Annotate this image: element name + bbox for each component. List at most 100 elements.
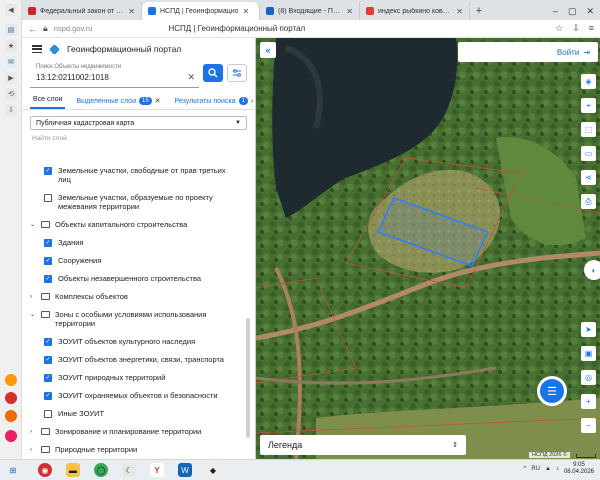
checkbox-checked[interactable] [44, 356, 52, 364]
network-icon[interactable]: ▲ [545, 466, 551, 472]
checkbox-checked[interactable] [44, 257, 52, 265]
layer-group[interactable]: › Природные территории [22, 445, 246, 455]
app-fox-icon[interactable] [5, 410, 17, 422]
layer-group[interactable]: › Комплексы объектов [22, 292, 246, 302]
history-icon[interactable]: ⟲ [5, 88, 17, 100]
bookmark-icon[interactable]: ☆ [555, 23, 563, 34]
layer-group[interactable]: ⌄ Объекты капитального строительства [22, 220, 246, 230]
checkbox-checked[interactable] [44, 338, 52, 346]
layer-group[interactable]: ⌄ Зоны с особыми условиями использования … [22, 310, 246, 328]
folder-icon[interactable]: ▬ [66, 463, 80, 477]
measure-tool-button[interactable]: ⌖ [581, 98, 596, 113]
navigate-button[interactable]: ➤ [581, 322, 596, 337]
checkbox-unchecked[interactable] [44, 410, 52, 418]
share-button[interactable]: ⋖ [581, 170, 596, 185]
checkbox-checked[interactable] [44, 392, 52, 400]
maximize-icon[interactable]: ▢ [568, 6, 577, 17]
zoom-out-button[interactable]: – [581, 418, 596, 433]
layer-item[interactable]: ЗОУИТ охраняемых объектов и безопасности [22, 391, 246, 400]
language-indicator[interactable]: RU [531, 466, 540, 472]
map-view[interactable]: « Войти ⇥ ◈ ⌖ ⬚ ▭ ⋖ ⎙ ◐ ➤ ▣ ◎ + – ☰ Леге… [256, 38, 600, 459]
back-icon[interactable]: ◀ [5, 4, 17, 16]
chevron-right-icon[interactable]: › [30, 293, 38, 302]
download-icon[interactable]: ⇩ [5, 104, 17, 116]
ruler-tool-button[interactable]: ▭ [581, 146, 596, 161]
print-button[interactable]: ⎙ [581, 194, 596, 209]
layer-item[interactable]: Иные ЗОУИТ [22, 409, 246, 418]
layer-item[interactable]: ЗОУИТ природных территорий [22, 373, 246, 382]
close-window-icon[interactable]: ✕ [586, 6, 594, 17]
app-orange-icon[interactable] [5, 374, 17, 386]
chevron-right-icon[interactable]: › [30, 428, 38, 437]
chat-button[interactable]: ☰ [537, 376, 567, 406]
layer-item[interactable]: Земельные участки, свободные от прав тре… [22, 166, 246, 184]
yandex-browser-icon[interactable]: Y [150, 463, 164, 477]
chevron-right-icon[interactable]: › [30, 446, 38, 455]
hamburger-menu-icon[interactable] [32, 45, 42, 53]
checkbox-checked[interactable] [44, 167, 52, 175]
tabs-icon[interactable]: ▤ [5, 24, 17, 36]
close-icon[interactable]: ✕ [346, 7, 353, 16]
play-icon[interactable]: ▶ [5, 72, 17, 84]
app-red-icon[interactable] [5, 392, 17, 404]
layers-tool-button[interactable]: ◈ [581, 74, 596, 89]
back-arrow-icon[interactable]: ← [28, 24, 37, 34]
url-text[interactable]: nspd.gov.ru [54, 24, 93, 33]
search-button[interactable] [203, 64, 223, 82]
search-value[interactable]: 13:12:0211002:1018 [36, 73, 109, 82]
word-icon[interactable]: W [178, 463, 192, 477]
checkbox-checked[interactable] [44, 374, 52, 382]
download-icon[interactable]: ⇩ [572, 23, 580, 34]
close-icon[interactable]: ✕ [243, 7, 250, 16]
filter-button[interactable] [227, 64, 247, 82]
login-button[interactable]: Войти ⇥ [458, 42, 598, 62]
collapse-panel-button[interactable]: « [260, 42, 276, 58]
chevron-down-icon[interactable]: ⌄ [30, 221, 38, 230]
clear-icon[interactable]: ✕ [187, 72, 195, 83]
app-icon[interactable]: ☾ [122, 463, 136, 477]
basemap-select[interactable]: Публичная кадастровая карта ▼ [30, 116, 247, 130]
layer-item[interactable]: Земельные участки, образуемые по проекту… [22, 193, 246, 211]
windows-start-icon[interactable]: ⊞ [6, 463, 20, 477]
layer-item[interactable]: ЗОУИТ объектов энергетики, связи, трансп… [22, 355, 246, 364]
close-icon[interactable]: ✕ [155, 97, 161, 105]
layer-item[interactable]: Объекты незавершенного строительства [22, 274, 246, 283]
app-icon[interactable]: ◆ [206, 463, 220, 477]
close-icon[interactable]: ✕ [456, 7, 463, 16]
volume-icon[interactable]: ♪ [556, 466, 559, 472]
tab-search-results[interactable]: Результаты поиска 1 › [172, 97, 257, 109]
mail-icon[interactable]: ✉ [5, 56, 17, 68]
browser-tab-active[interactable]: НСПД | Геоинформацио ✕ [142, 2, 260, 20]
layer-item[interactable]: Здания [22, 238, 246, 247]
layer-item[interactable]: Сооружения [22, 256, 246, 265]
checkbox-unchecked[interactable] [44, 194, 52, 202]
legend-bar[interactable]: Легенда ⇕ [260, 435, 466, 455]
zoom-in-button[interactable]: + [581, 394, 596, 409]
side-drawer-button[interactable]: ◐ [584, 260, 600, 280]
layer-group[interactable]: › Зонирование и планирование территории [22, 427, 246, 437]
app-pink-icon[interactable] [5, 430, 17, 442]
bookmarks-icon[interactable]: ★ [5, 40, 17, 52]
tab-all-layers[interactable]: Все слои [30, 96, 66, 109]
locate-button[interactable]: ◎ [581, 370, 596, 385]
checkbox-checked[interactable] [44, 239, 52, 247]
chrome-icon[interactable]: ◯ [94, 463, 108, 477]
select-area-tool-button[interactable]: ⬚ [581, 122, 596, 137]
tab-selected-layers[interactable]: Выделенные слои 15 ✕ [73, 97, 163, 109]
basemap-button[interactable]: ▣ [581, 346, 596, 361]
app-icon[interactable]: ◉ [38, 463, 52, 477]
search-input[interactable]: Поиск Объекты недвижимости 13:12:0211002… [30, 64, 199, 88]
browser-tab[interactable]: (8) Входящие - Почта Mai ✕ [260, 2, 360, 20]
chevron-down-icon[interactable]: ⌄ [30, 311, 38, 320]
clock[interactable]: 9:05 08.04.2026 [564, 462, 594, 476]
menu-icon[interactable]: ≡ [589, 23, 594, 34]
close-icon[interactable]: ✕ [128, 7, 135, 16]
chevron-right-icon[interactable]: › [251, 98, 253, 105]
tray-arrow-icon[interactable]: ^ [524, 466, 527, 472]
browser-tab[interactable]: индекс рыбкино ковыл... ✕ [360, 2, 470, 20]
browser-tab[interactable]: Федеральный закон от 2... ✕ [22, 2, 142, 20]
checkbox-checked[interactable] [44, 275, 52, 283]
layer-item[interactable]: ЗОУИТ объектов культурного наследия [22, 337, 246, 346]
minimize-icon[interactable]: – [553, 6, 558, 16]
new-tab-icon[interactable]: + [470, 2, 488, 20]
